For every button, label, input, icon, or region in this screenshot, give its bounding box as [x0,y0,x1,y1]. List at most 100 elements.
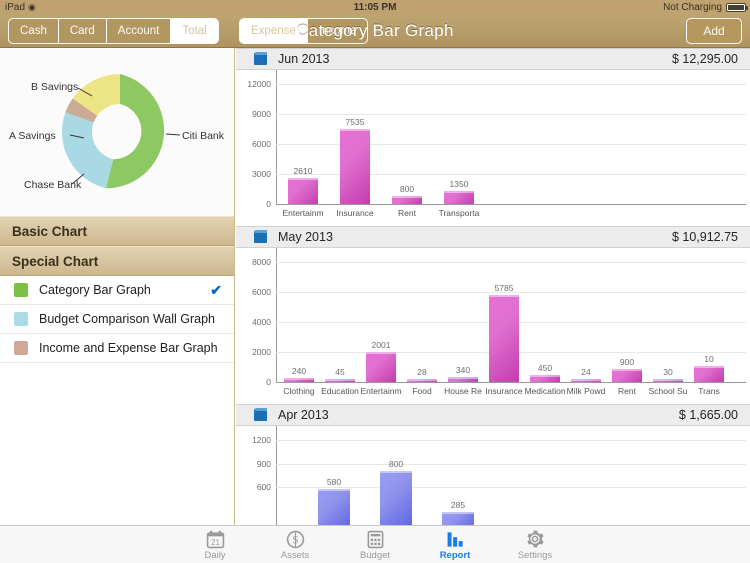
bar [380,471,412,525]
y-axis-tick-label: 0 [266,199,271,209]
bar-value-label: 2610 [293,165,313,176]
book-icon [254,52,268,66]
bar-value-label: 2001 [371,339,391,350]
account-donut-chart: A Savings Chase Bank B Savings Citi Bank [0,48,234,216]
x-axis-tick-label: Milk Powd [566,386,606,396]
gear-icon [525,529,545,549]
y-axis-tick-label: 600 [256,482,271,492]
bar [392,196,422,204]
y-axis-tick-label: 4000 [252,317,271,327]
grid-line [276,440,746,441]
x-axis-tick-label: Food [412,386,432,396]
x-axis-tick-label: House Re [444,386,482,396]
segment-total[interactable]: Total [171,18,218,43]
tab-daily[interactable]: 21 Daily [175,529,255,561]
x-axis-tick-label: Insurance [336,208,374,218]
book-icon [254,230,268,244]
segment-card[interactable]: Card [59,18,107,43]
sidebar-group-basic-chart[interactable]: Basic Chart [0,216,234,246]
bar-chart-may-2013: 0 2000 4000 6000 8000 240 Clothing 45 Education 2… [236,248,750,404]
color-swatch-blue-icon [14,312,28,326]
y-axis-tick-label: 9000 [252,109,271,119]
y-axis-tick-label: 8000 [252,257,271,267]
y-axis-tick-label: 2000 [252,347,271,357]
bar [340,128,370,204]
bar-value-label: 900 [619,356,635,367]
y-axis-tick-label: 3000 [252,169,271,179]
segment-income[interactable]: Income [308,19,368,43]
x-axis [276,204,746,205]
x-axis-tick-label: Rent [398,208,416,218]
y-axis [276,70,277,204]
x-axis-tick-label: School Su [648,386,688,396]
bar [612,368,642,382]
bar-value-label: 24 [581,367,591,377]
grid-line [276,463,746,465]
bar [325,379,355,382]
tab-label: Budget [359,549,391,561]
calculator-icon [366,529,385,549]
x-axis-tick-label: Education [321,386,359,396]
sidebar-item-label: Income and Expense Bar Graph [39,341,218,355]
report-list[interactable]: Jun 2013 $ 12,295.00 0 3000 6000 9000 12000 2… [236,48,750,525]
section-amount: $ 1,665.00 [678,408,738,422]
add-button[interactable]: Add [686,17,742,44]
bar-value-label: 5785 [494,283,514,294]
bar [653,379,683,382]
bar [318,488,350,525]
grid-line [276,114,746,115]
y-axis-tick-label: 12000 [247,79,271,89]
bar-value-label: 285 [450,499,466,510]
sidebar-item-income-and-expense-bar-graph[interactable]: Income and Expense Bar Graph [0,334,234,363]
section-title: Jun 2013 [278,52,330,66]
tab-settings[interactable]: Settings [495,529,575,561]
calendar-icon: 21 [206,529,225,549]
pie-label-chase-bank: Chase Bank [24,179,82,191]
bar-value-label: 800 [388,459,404,470]
section-title: May 2013 [278,230,333,244]
x-axis-tick-label: Entertainm [360,386,402,396]
sidebar-item-budget-comparison-wall-graph[interactable]: Budget Comparison Wall Graph [0,305,234,334]
y-axis-tick-label: 0 [266,377,271,387]
bar [448,376,478,382]
sidebar-item-label: Category Bar Graph [39,283,151,297]
segment-account[interactable]: Account [107,18,172,43]
bar [366,352,396,382]
tab-bar: 21 Daily S Assets Budget Report [0,525,750,563]
type-segmented-control[interactable]: Expense Income [239,17,369,44]
x-axis-tick-label: Trans [698,386,720,396]
bar-value-label: 30 [663,367,673,377]
sidebar-item-category-bar-graph[interactable]: Category Bar Graph ✔ [0,276,234,305]
x-axis [276,382,746,383]
bar [407,379,437,382]
checkmark-icon: ✔ [210,281,222,298]
x-axis-tick-label: Clothing [283,386,315,396]
segment-expense[interactable]: Expense [240,18,308,43]
bar-chart-apr-2013: 600 900 1200 580 800 285 [236,426,750,525]
bar-value-label: 340 [455,364,471,375]
bar [284,378,314,382]
section-header-apr-2013[interactable]: Apr 2013 $ 1,665.00 [236,404,750,426]
sidebar-group-special-chart[interactable]: Special Chart [0,246,234,276]
tab-report[interactable]: Report [415,529,495,561]
account-segmented-control[interactable]: Cash Card Account Total [8,17,219,44]
tab-assets[interactable]: S Assets [255,529,335,561]
status-bar-right: Not Charging [663,2,748,13]
pie-label-b-savings: B Savings [31,81,79,93]
dollar-coin-icon: S [286,529,305,549]
bar [489,295,519,382]
bar-value-label: 10 [704,353,714,364]
book-icon [254,408,268,422]
bar [288,177,318,204]
y-axis-tick-label: 1200 [252,435,271,445]
x-axis-tick-label: Insurance [485,386,523,396]
tab-budget[interactable]: Budget [335,529,415,561]
navigation-toolbar: Cash Card Account Total Expense Income C… [0,14,750,48]
bar-value-label: 1350 [449,178,469,189]
section-header-may-2013[interactable]: May 2013 $ 10,912.75 [236,226,750,248]
section-header-jun-2013[interactable]: Jun 2013 $ 12,295.00 [236,48,750,70]
tab-label: Daily [204,549,226,561]
x-axis-tick-label: Transporta [438,208,480,218]
segment-cash[interactable]: Cash [9,18,59,43]
status-bar: iPad ◉ 11:05 PM Not Charging [0,0,750,14]
